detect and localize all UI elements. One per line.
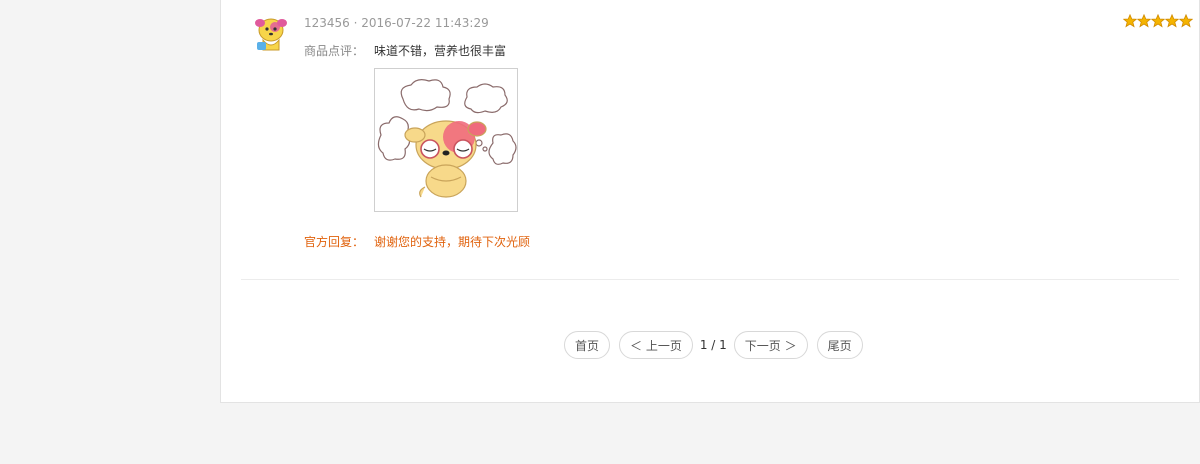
official-reply-label: 官方回复： — [304, 235, 365, 249]
page-info: 1 / 1 — [699, 338, 727, 352]
official-reply-text: 谢谢您的支持，期待下次光顾 — [374, 235, 531, 249]
star-icon — [1137, 14, 1151, 28]
star-icon — [1165, 14, 1179, 28]
review-panel: 123456 · 2016-07-22 11:43:29 商品点评： 味道不错，… — [220, 0, 1200, 403]
star-icon — [1179, 14, 1193, 28]
review-date: 2016-07-22 11:43:29 — [361, 16, 489, 30]
prev-page-button[interactable]: ＜ 上一页 — [619, 331, 693, 359]
review-photo[interactable] — [374, 68, 518, 212]
rating-stars — [1123, 14, 1193, 28]
meta-separator: · — [349, 16, 362, 30]
pagination: 首页 ＜ 上一页 1 / 1 下一页 ＞ 尾页 — [564, 331, 863, 359]
first-page-button[interactable]: 首页 — [564, 331, 611, 359]
star-icon — [1151, 14, 1165, 28]
review-meta: 123456 · 2016-07-22 11:43:29 — [304, 16, 489, 30]
comment-label: 商品点评： — [304, 44, 365, 58]
star-icon — [1123, 14, 1137, 28]
last-page-button[interactable]: 尾页 — [816, 331, 863, 359]
divider — [241, 279, 1179, 280]
review-user: 123456 — [304, 16, 350, 30]
user-avatar — [253, 14, 289, 54]
next-page-button[interactable]: 下一页 ＞ — [733, 331, 808, 359]
comment-text: 味道不错，营养也很丰富 — [374, 44, 507, 58]
